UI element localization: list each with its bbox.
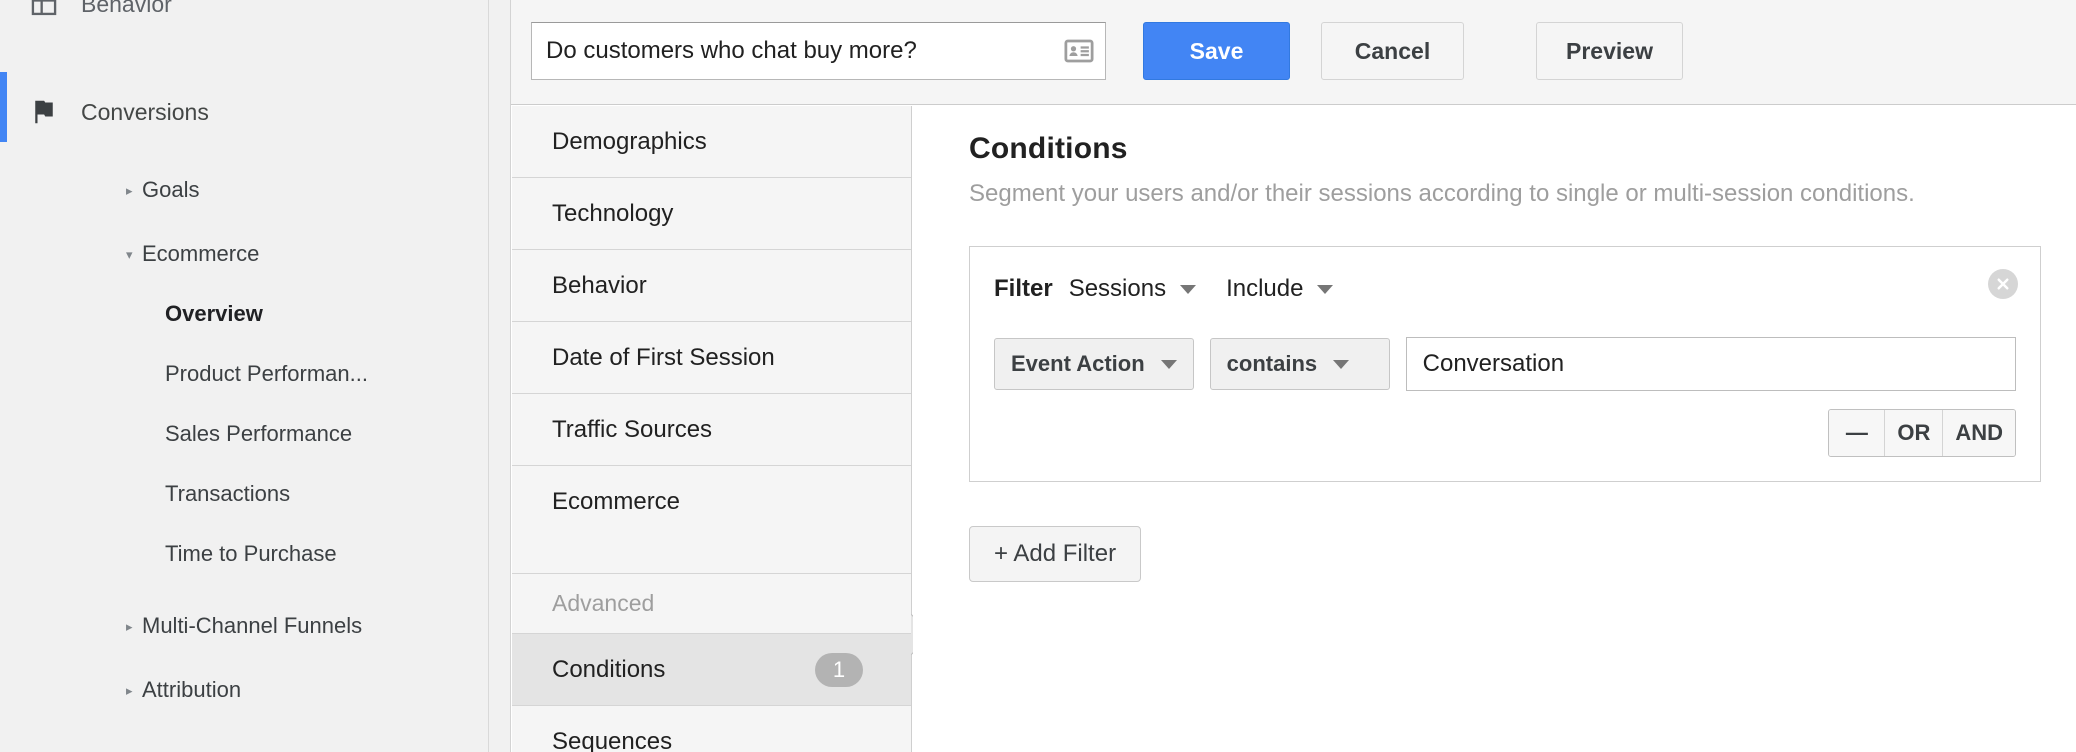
sidebar-item-sales-performance[interactable]: Sales Performance: [165, 416, 352, 452]
operator-value: contains: [1227, 351, 1317, 377]
cancel-button[interactable]: Cancel: [1321, 22, 1464, 80]
sidebar-item-ecommerce-label: Ecommerce: [142, 241, 259, 267]
add-filter-button[interactable]: + Add Filter: [969, 526, 1141, 582]
sidebar-item-product-performance-label: Product Performan...: [165, 361, 368, 387]
page-title: Conditions: [969, 132, 2046, 166]
sidebar-item-attribution[interactable]: ▸ Attribution: [126, 672, 241, 708]
filter-mode-select[interactable]: Include: [1226, 275, 1333, 303]
tab-label: Sequences: [552, 728, 672, 752]
sidebar-item-multi-channel-funnels[interactable]: ▸ Multi-Channel Funnels: [126, 608, 362, 644]
sidebar-item-goals[interactable]: ▸ Goals: [126, 172, 199, 208]
tab-label: Date of First Session: [552, 344, 775, 372]
remove-condition-button[interactable]: —: [1829, 410, 1885, 456]
sidebar-item-product-performance[interactable]: Product Performan...: [165, 356, 368, 392]
segment-builder-dialog: Save Cancel Preview Demographics Technol…: [510, 0, 2076, 752]
segment-name-input[interactable]: [532, 37, 1053, 65]
flag-icon: [22, 97, 66, 127]
tab-date-of-first-session[interactable]: Date of First Session: [512, 322, 911, 394]
operator-select[interactable]: contains: [1210, 338, 1390, 390]
save-button[interactable]: Save: [1143, 22, 1290, 80]
filter-condition-row: Event Action contains: [994, 337, 2016, 391]
logic-button-group: — OR AND: [1828, 409, 2016, 457]
filter-scope-value: Sessions: [1069, 275, 1166, 303]
tab-behavior[interactable]: Behavior: [512, 250, 911, 322]
chevron-down-icon: [1333, 360, 1349, 369]
builder-tab-list: Demographics Technology Behavior Date of…: [512, 106, 912, 752]
sidebar-item-conversions-label: Conversions: [81, 99, 209, 126]
filter-card: Filter Sessions Include Event Action: [969, 246, 2041, 482]
tab-label: Technology: [552, 200, 673, 228]
chevron-down-icon: [1180, 285, 1196, 294]
filter-value-input[interactable]: [1406, 337, 2016, 391]
chevron-right-icon: ▸: [126, 684, 142, 697]
close-circle-icon[interactable]: [1988, 269, 2018, 299]
filter-logic-row: — OR AND: [994, 409, 2016, 457]
sidebar-item-time-to-purchase-label: Time to Purchase: [165, 541, 337, 567]
tab-traffic-sources[interactable]: Traffic Sources: [512, 394, 911, 466]
chevron-right-icon: ▸: [126, 620, 142, 633]
sidebar-item-transactions[interactable]: Transactions: [165, 476, 290, 512]
tab-group-label: Advanced: [552, 590, 654, 617]
and-button[interactable]: AND: [1943, 410, 2015, 456]
sidebar-item-multi-channel-funnels-label: Multi-Channel Funnels: [142, 613, 362, 639]
tab-technology[interactable]: Technology: [512, 178, 911, 250]
sidebar-item-overview[interactable]: Overview: [165, 296, 263, 332]
sidebar-item-transactions-label: Transactions: [165, 481, 290, 507]
filter-mode-value: Include: [1226, 275, 1303, 303]
tab-label: Traffic Sources: [552, 416, 712, 444]
contact-card-icon[interactable]: [1053, 36, 1105, 66]
sidebar-item-behavior-label: Behavior: [81, 0, 172, 18]
or-button[interactable]: OR: [1885, 410, 1943, 456]
conditions-pane: Conditions Segment your users and/or the…: [913, 106, 2076, 752]
layout-panels-icon: [22, 0, 66, 18]
preview-button[interactable]: Preview: [1536, 22, 1683, 80]
dimension-value: Event Action: [1011, 351, 1145, 377]
chevron-down-icon: [1317, 285, 1333, 294]
tab-label: Behavior: [552, 272, 647, 300]
filter-header-row: Filter Sessions Include: [994, 269, 2016, 309]
dimension-select[interactable]: Event Action: [994, 338, 1194, 390]
sidebar-item-conversions[interactable]: Conversions: [0, 90, 209, 134]
app-sidebar: Behavior Conversions ▸ Goals ▾ Ecommerce…: [0, 0, 489, 752]
sidebar-item-attribution-label: Attribution: [142, 677, 241, 703]
sidebar-item-goals-label: Goals: [142, 177, 199, 203]
filter-label: Filter: [994, 275, 1053, 303]
filter-scope-select[interactable]: Sessions: [1069, 275, 1196, 303]
sidebar-item-behavior[interactable]: Behavior: [0, 0, 172, 26]
tab-demographics[interactable]: Demographics: [512, 106, 911, 178]
tab-label: Demographics: [552, 128, 707, 156]
sidebar-item-overview-label: Overview: [165, 301, 263, 327]
tab-conditions[interactable]: Conditions 1: [512, 634, 911, 706]
sidebar-item-sales-performance-label: Sales Performance: [165, 421, 352, 447]
screen-root: Behavior Conversions ▸ Goals ▾ Ecommerce…: [0, 0, 2076, 752]
tab-label: Conditions: [552, 656, 665, 684]
builder-toolbar: Save Cancel Preview: [511, 0, 2076, 105]
tab-ecommerce[interactable]: Ecommerce: [512, 466, 911, 574]
tab-sequences[interactable]: Sequences: [512, 706, 911, 752]
chevron-down-icon: [1161, 360, 1177, 369]
sidebar-item-ecommerce[interactable]: ▾ Ecommerce: [126, 236, 259, 272]
sidebar-item-time-to-purchase[interactable]: Time to Purchase: [165, 536, 337, 572]
tab-conditions-badge: 1: [815, 653, 863, 687]
chevron-down-icon: ▾: [126, 248, 142, 261]
tab-label: Ecommerce: [552, 488, 680, 516]
page-subtitle: Segment your users and/or their sessions…: [969, 180, 2046, 208]
segment-name-field[interactable]: [531, 22, 1106, 80]
chevron-right-icon: ▸: [126, 184, 142, 197]
tab-group-advanced: Advanced: [512, 574, 911, 634]
